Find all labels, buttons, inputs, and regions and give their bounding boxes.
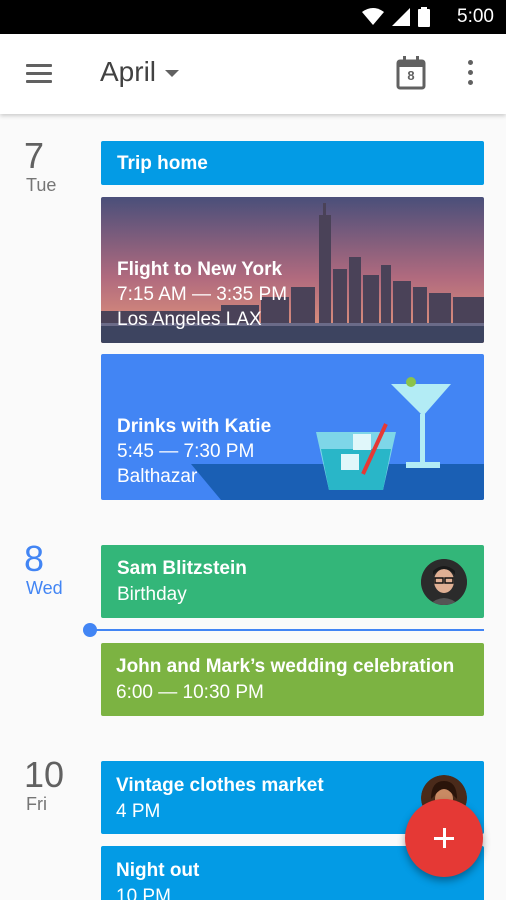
event-location: Balthazar — [117, 466, 198, 487]
event-title: John and Mark’s wedding celebration — [116, 656, 455, 677]
current-time-indicator-dot — [83, 623, 97, 637]
status-bar: 5:00 — [0, 0, 506, 34]
more-vert-icon[interactable] — [466, 60, 474, 86]
menu-icon[interactable] — [26, 64, 52, 84]
event-flight-to-new-york[interactable]: Flight to New York 7:15 AM — 3:35 PM Los… — [101, 197, 484, 343]
event-time: 7:15 AM — 3:35 PM — [117, 284, 288, 305]
event-sam-blitzstein[interactable]: Sam Blitzstein Birthday — [101, 545, 484, 618]
event-wedding-celebration[interactable]: John and Mark’s wedding celebration 6:00… — [101, 643, 484, 716]
event-subtitle: Birthday — [117, 584, 187, 605]
month-selector[interactable]: April — [100, 56, 180, 88]
day-number: 7 — [24, 135, 45, 176]
event-title: Vintage clothes market — [116, 775, 324, 796]
wifi-icon — [362, 8, 384, 25]
event-location: Los Angeles LAX — [117, 309, 262, 330]
status-time: 5:00 — [457, 6, 494, 27]
dropdown-caret-icon — [165, 70, 180, 77]
day-weekday-today: Wed — [26, 578, 63, 598]
event-title: Drinks with Katie — [117, 416, 272, 437]
event-title: Sam Blitzstein — [117, 558, 247, 579]
day-number: 10 — [24, 754, 65, 795]
today-day-number: 8 — [407, 68, 415, 83]
event-title: Trip home — [117, 153, 208, 174]
event-drinks-with-katie[interactable]: Drinks with Katie 5:45 — 7:30 PM Balthaz… — [101, 354, 484, 500]
event-time: 4 PM — [116, 801, 161, 822]
day-number-today: 8 — [24, 538, 45, 579]
month-label: April — [100, 56, 157, 87]
event-title: Flight to New York — [117, 259, 283, 280]
event-title: Night out — [116, 860, 200, 881]
event-time: 5:45 — 7:30 PM — [117, 441, 255, 462]
current-time-indicator-line — [96, 629, 484, 631]
avatar — [421, 559, 467, 605]
add-event-button[interactable] — [405, 799, 483, 877]
cell-signal-icon — [392, 8, 410, 26]
event-time: 6:00 — 10:30 PM — [116, 682, 264, 703]
today-calendar-icon[interactable]: 8 — [396, 56, 426, 90]
day-weekday: Fri — [26, 794, 47, 814]
event-time: 10 PM — [116, 886, 171, 900]
day-weekday: Tue — [26, 175, 57, 195]
event-trip-home[interactable]: Trip home — [101, 141, 484, 185]
app-bar: April 8 — [0, 34, 506, 114]
battery-icon — [418, 7, 430, 27]
